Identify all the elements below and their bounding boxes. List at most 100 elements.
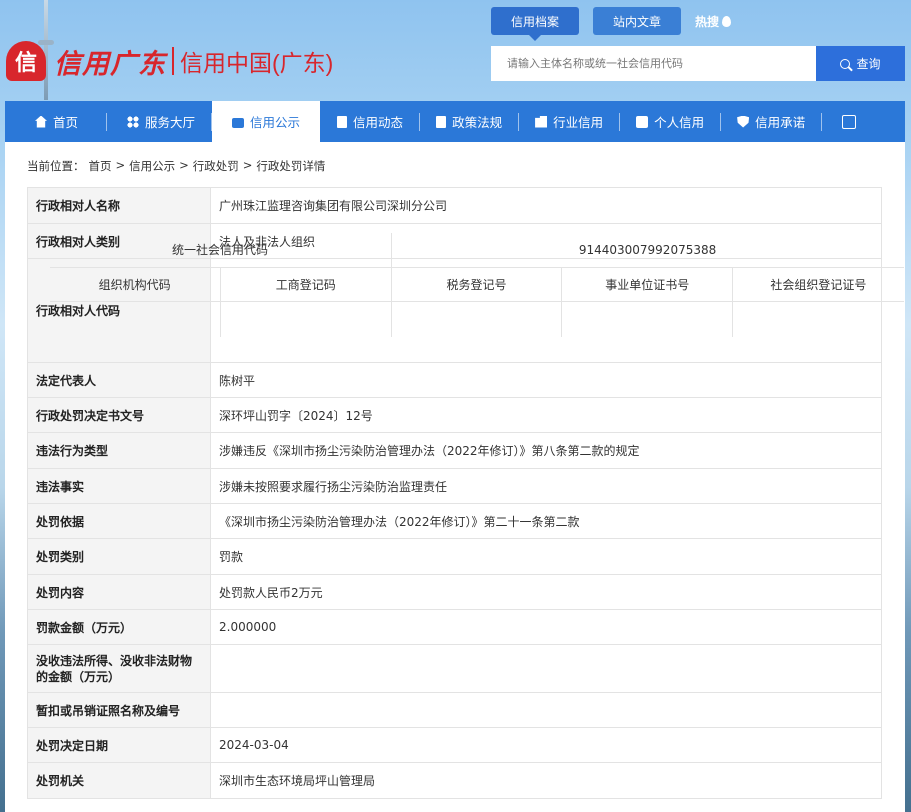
- breadcrumb-credit-disclosure[interactable]: 信用公示: [129, 158, 175, 174]
- table-row: 违法行为类型 涉嫌违反《深圳市扬尘污染防治管理办法（2022年修订）》第八条第二…: [27, 432, 882, 469]
- grid-icon: [127, 115, 140, 128]
- logo-mark-icon: 信: [6, 41, 46, 81]
- field-label: 行政处罚决定书文号: [27, 397, 211, 433]
- field-value: 处罚款人民币2万元: [210, 574, 882, 610]
- table-row: 行政相对人代码 统一社会信用代码 914403007992075388 组织机构…: [27, 232, 904, 363]
- breadcrumb-admin-penalty[interactable]: 行政处罚: [193, 158, 239, 174]
- logo-script-text: 信用广东: [54, 48, 166, 80]
- expand-icon: [842, 114, 857, 129]
- field-label: 违法行为类型: [27, 432, 211, 469]
- field-value: 2.000000: [210, 609, 882, 645]
- detail-panel: 当前位置： 首页 > 信用公示 > 行政处罚 > 行政处罚详情 行政相对人名称 …: [5, 142, 905, 812]
- nav-item-policy[interactable]: 政策法规: [420, 101, 518, 142]
- table-row: 处罚内容 处罚款人民币2万元: [27, 574, 882, 610]
- field-label: 社会组织登记证号: [732, 267, 904, 302]
- table-row: 没收违法所得、没收非法财物的金额（万元）: [27, 644, 882, 693]
- tab-credit-archive[interactable]: 信用档案: [491, 7, 580, 41]
- nav-item-industry-credit[interactable]: 行业信用: [519, 101, 619, 142]
- field-label: 处罚依据: [27, 503, 211, 539]
- code-grid: 统一社会信用代码 914403007992075388 组织机构代码 工商登记码…: [49, 232, 904, 337]
- table-row: 统一社会信用代码 914403007992075388: [49, 232, 904, 268]
- field-label: 处罚内容: [27, 574, 211, 610]
- logo-site-name: 信用中国(广东): [180, 50, 334, 76]
- table-row: 行政处罚决定书文号 深环坪山罚字〔2024〕12号: [27, 397, 882, 433]
- field-label: 行政相对人名称: [27, 187, 211, 224]
- table-row: 处罚机关 深圳市生态环境局坪山管理局: [27, 762, 882, 799]
- table-row: 处罚决定日期 2024-03-04: [27, 727, 882, 763]
- table-row: 违法事实 涉嫌未按照要求履行扬尘污染防治监理责任: [27, 468, 882, 504]
- code-grid-cell: 统一社会信用代码 914403007992075388 组织机构代码 工商登记码…: [49, 232, 904, 363]
- nav-item-service-hall[interactable]: 服务大厅: [107, 101, 211, 142]
- nav-item-personal-credit[interactable]: 个人信用: [620, 101, 720, 142]
- table-row: 暂扣或吊销证照名称及编号: [27, 692, 882, 728]
- table-row: 组织机构代码 工商登记码 税务登记号 事业单位证书号 社会组织登记证号: [49, 267, 904, 302]
- field-value: 涉嫌违反《深圳市扬尘污染防治管理办法（2022年修订）》第八条第二款的规定: [210, 432, 882, 469]
- field-label: 罚款金额（万元）: [27, 609, 211, 645]
- flame-icon: [722, 15, 732, 27]
- table-row: 行政相对人名称 广州珠江监理咨询集团有限公司深圳分公司: [27, 187, 882, 224]
- nav-item-label: 信用公示: [250, 115, 301, 130]
- building-icon: [535, 115, 548, 128]
- field-label: 处罚决定日期: [27, 727, 211, 763]
- logo-divider: [172, 47, 174, 75]
- nav-item-credit-news[interactable]: 信用动态: [321, 101, 419, 142]
- breadcrumb-sep: >: [179, 158, 189, 172]
- field-value: [561, 301, 734, 337]
- field-label: 税务登记号: [391, 267, 563, 302]
- document-icon: [337, 115, 348, 128]
- field-label: 统一社会信用代码: [49, 232, 392, 268]
- table-row: 处罚依据 《深圳市扬尘污染防治管理办法（2022年修订）》第二十一条第二款: [27, 503, 882, 539]
- field-value: 2024-03-04: [210, 727, 882, 763]
- breadcrumb: 当前位置： 首页 > 信用公示 > 行政处罚 > 行政处罚详情: [27, 158, 325, 174]
- field-value: [220, 301, 392, 337]
- breadcrumb-home[interactable]: 首页: [89, 158, 112, 174]
- field-label: 暂扣或吊销证照名称及编号: [27, 692, 211, 728]
- shield-icon: [737, 115, 750, 128]
- book-icon: [436, 115, 447, 128]
- search-icon: [840, 58, 851, 69]
- search-button-label: 查询: [856, 57, 881, 71]
- tab-site-articles[interactable]: 站内文章: [593, 7, 682, 35]
- penalty-detail-table: 行政相对人名称 广州珠江监理咨询集团有限公司深圳分公司 行政相对人类别 法人及非…: [27, 187, 904, 799]
- table-row: 罚款金额（万元） 2.000000: [27, 609, 882, 645]
- briefcase-icon: [232, 117, 245, 128]
- nav-item-credit-disclosure[interactable]: 信用公示: [212, 101, 321, 142]
- field-value: [210, 692, 882, 728]
- field-label: 处罚机关: [27, 762, 211, 799]
- search-button[interactable]: 查询: [816, 46, 905, 81]
- field-value: 罚款: [210, 538, 882, 575]
- field-label: 法定代表人: [27, 362, 211, 398]
- breadcrumb-sep: >: [242, 158, 253, 172]
- field-label: 工商登记码: [220, 267, 392, 302]
- search-bar: 查询: [491, 46, 905, 81]
- site-logo[interactable]: 信 信用广东 信用中国(广东): [6, 36, 333, 86]
- field-value: [210, 644, 882, 693]
- field-value: 914403007992075388: [391, 232, 904, 268]
- person-icon: [636, 115, 649, 128]
- search-input[interactable]: [491, 46, 816, 81]
- nav-item-home[interactable]: 首页: [5, 101, 106, 142]
- nav-item-label: 服务大厅: [145, 115, 196, 130]
- home-icon: [35, 115, 47, 128]
- nav-item-label: 个人信用: [654, 115, 705, 130]
- field-label: 组织机构代码: [49, 267, 221, 302]
- field-value: 广州珠江监理咨询集团有限公司深圳分公司: [210, 187, 882, 224]
- nav-item-label: 信用承诺: [755, 115, 806, 130]
- nav-item-credit-commitment[interactable]: 信用承诺: [721, 101, 821, 142]
- field-label: 事业单位证书号: [561, 267, 734, 302]
- field-value: 深环坪山罚字〔2024〕12号: [210, 397, 882, 433]
- nav-expand-button[interactable]: [822, 101, 876, 142]
- hot-search-link[interactable]: 热搜: [695, 13, 732, 30]
- table-row: 处罚类别 罚款: [27, 538, 882, 575]
- nav-item-label: 行业信用: [553, 115, 604, 130]
- nav-item-label: 信用动态: [353, 115, 404, 130]
- field-value: 《深圳市扬尘污染防治管理办法（2022年修订）》第二十一条第二款: [210, 503, 882, 539]
- field-value: 陈树平: [210, 362, 882, 398]
- field-value: 深圳市生态环境局坪山管理局: [210, 762, 882, 799]
- nav-item-label: 政策法规: [452, 115, 503, 130]
- field-value: [391, 301, 563, 337]
- field-value: [733, 302, 904, 337]
- hot-search-label: 热搜: [695, 14, 720, 29]
- breadcrumb-current: 行政处罚详情: [256, 159, 326, 173]
- nav-item-label: 首页: [53, 115, 79, 130]
